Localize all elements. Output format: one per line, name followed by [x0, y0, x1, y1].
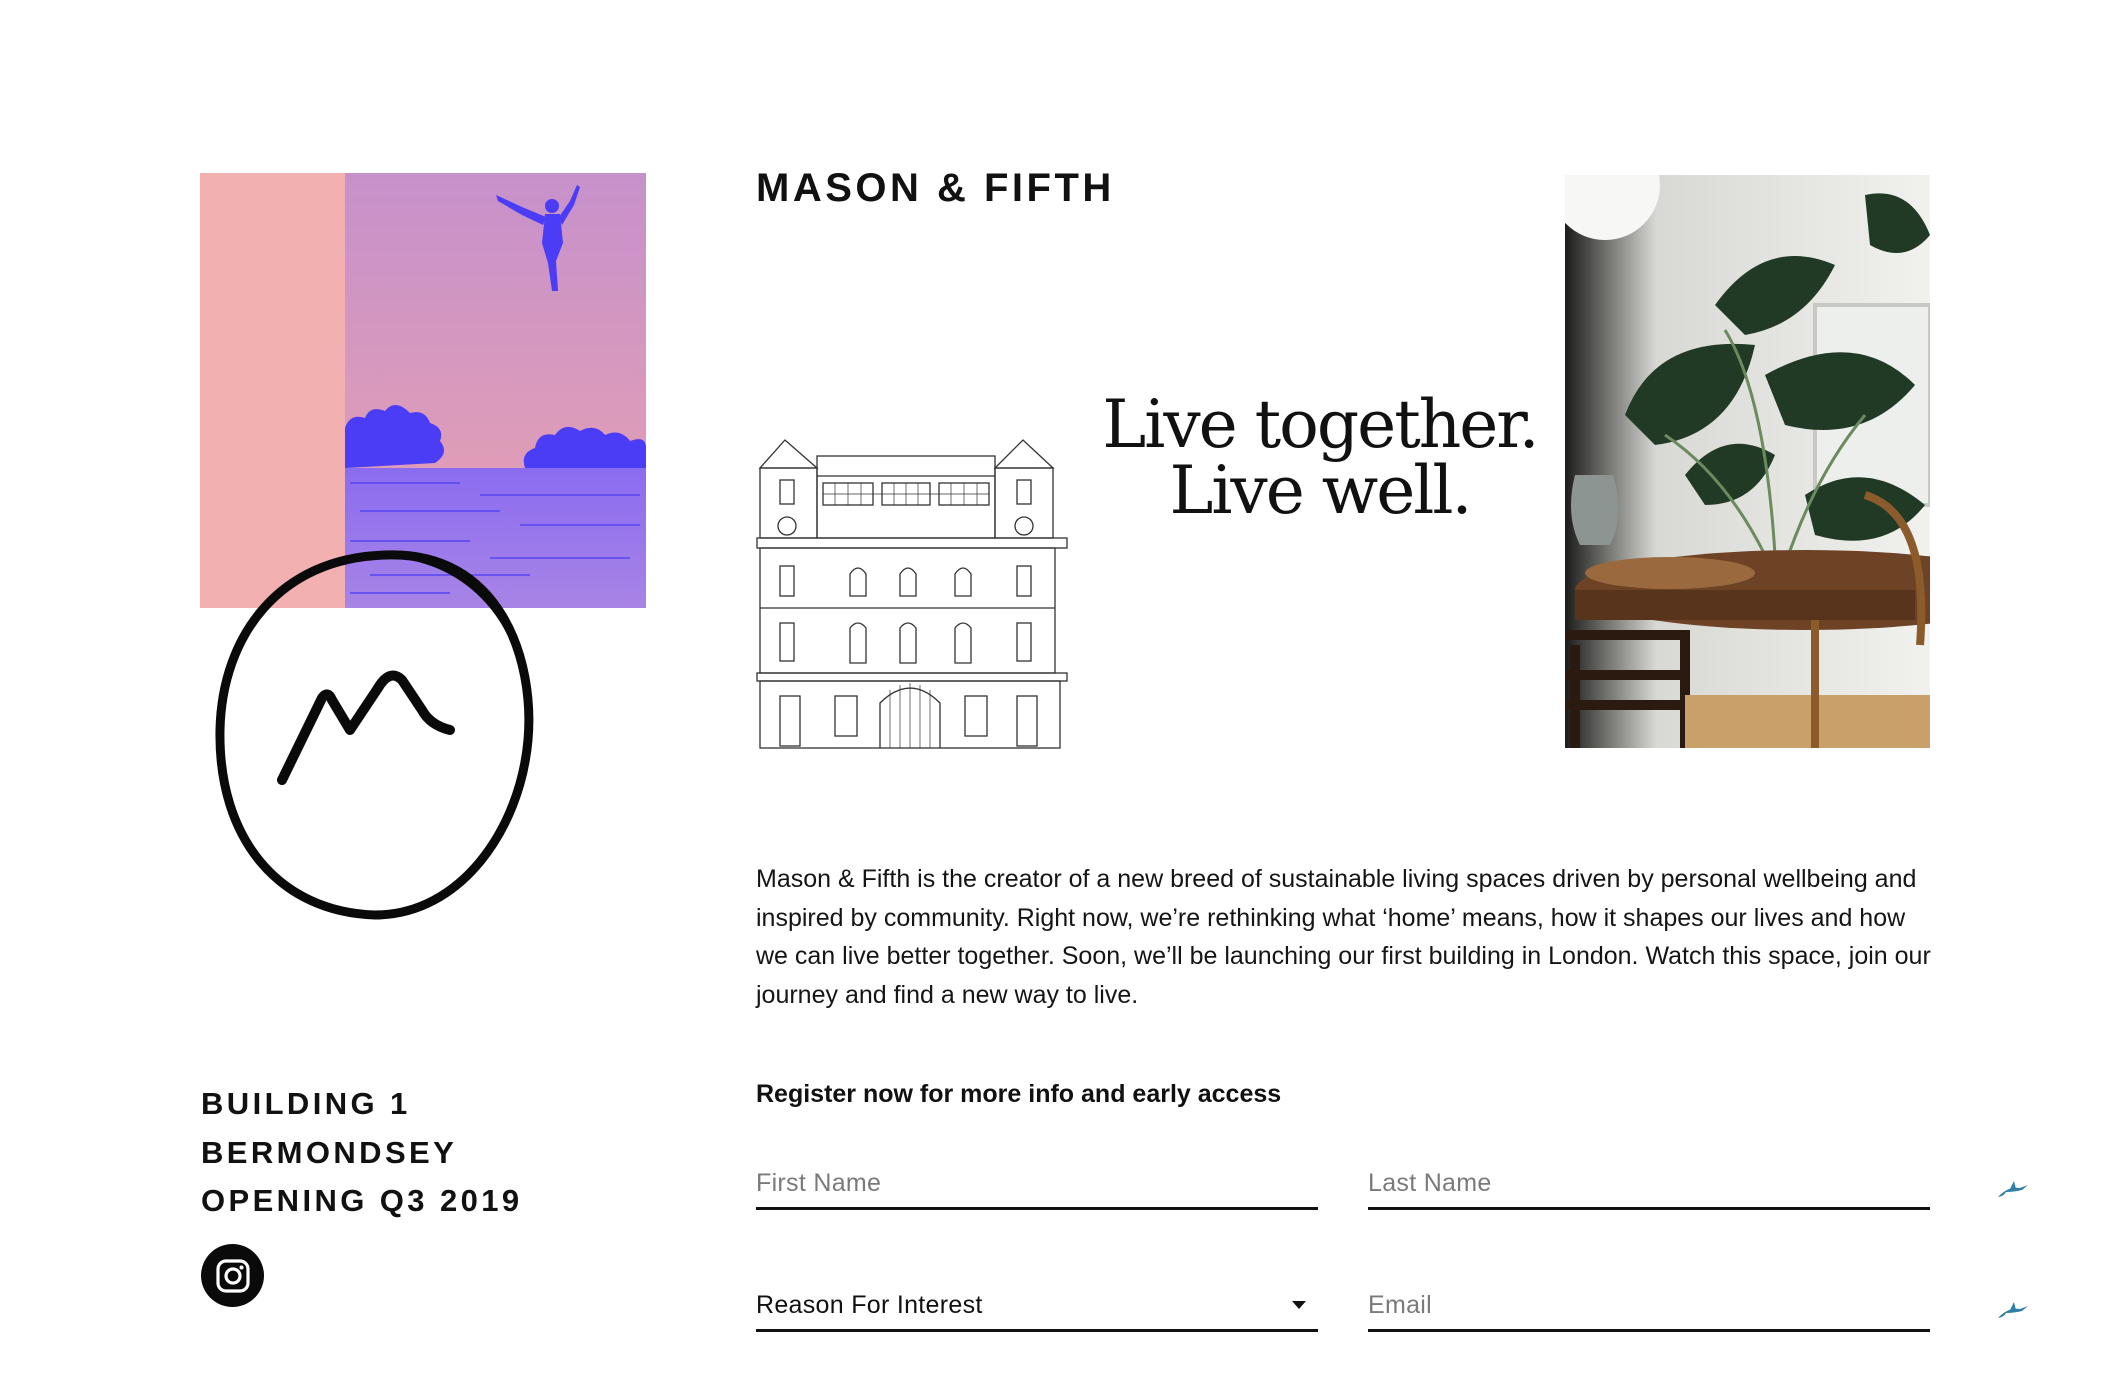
first-name-field	[756, 1163, 1318, 1210]
bird-icon	[1998, 1302, 2028, 1318]
instagram-button[interactable]	[201, 1244, 264, 1307]
register-heading: Register now for more info and early acc…	[756, 1080, 1282, 1108]
interior-photo	[1565, 175, 1930, 748]
brand-title: MASON & FIFTH	[756, 166, 1115, 210]
email-field	[1368, 1285, 1930, 1332]
reason-selected-value: Reason For Interest	[756, 1291, 983, 1319]
first-name-input[interactable]	[756, 1163, 1318, 1203]
tagline-line-2: Live well.	[1169, 452, 1472, 529]
email-input[interactable]	[1368, 1285, 1930, 1325]
mountain-circle-logo-icon	[210, 540, 540, 930]
tagline: Live together. Live well.	[1090, 392, 1550, 524]
caret-down-icon	[1292, 1301, 1306, 1309]
building-number: BUILDING 1	[201, 1086, 411, 1121]
about-paragraph: Mason & Fifth is the creator of a new br…	[756, 865, 1931, 1009]
last-name-field	[1368, 1163, 1930, 1210]
building-opening-date: OPENING Q3 2019	[201, 1183, 523, 1218]
building-info: BUILDING 1 BERMONDSEY OPENING Q3 2019	[201, 1080, 523, 1226]
building-location: BERMONDSEY	[201, 1134, 458, 1170]
building-elevation-drawing	[755, 428, 1070, 750]
tagline-line-1: Live together.	[1102, 386, 1539, 463]
reason-for-interest-select[interactable]: Reason For Interest	[756, 1285, 1318, 1332]
instagram-icon	[215, 1258, 250, 1293]
last-name-input[interactable]	[1368, 1163, 1930, 1203]
bird-icon	[1998, 1181, 2028, 1197]
